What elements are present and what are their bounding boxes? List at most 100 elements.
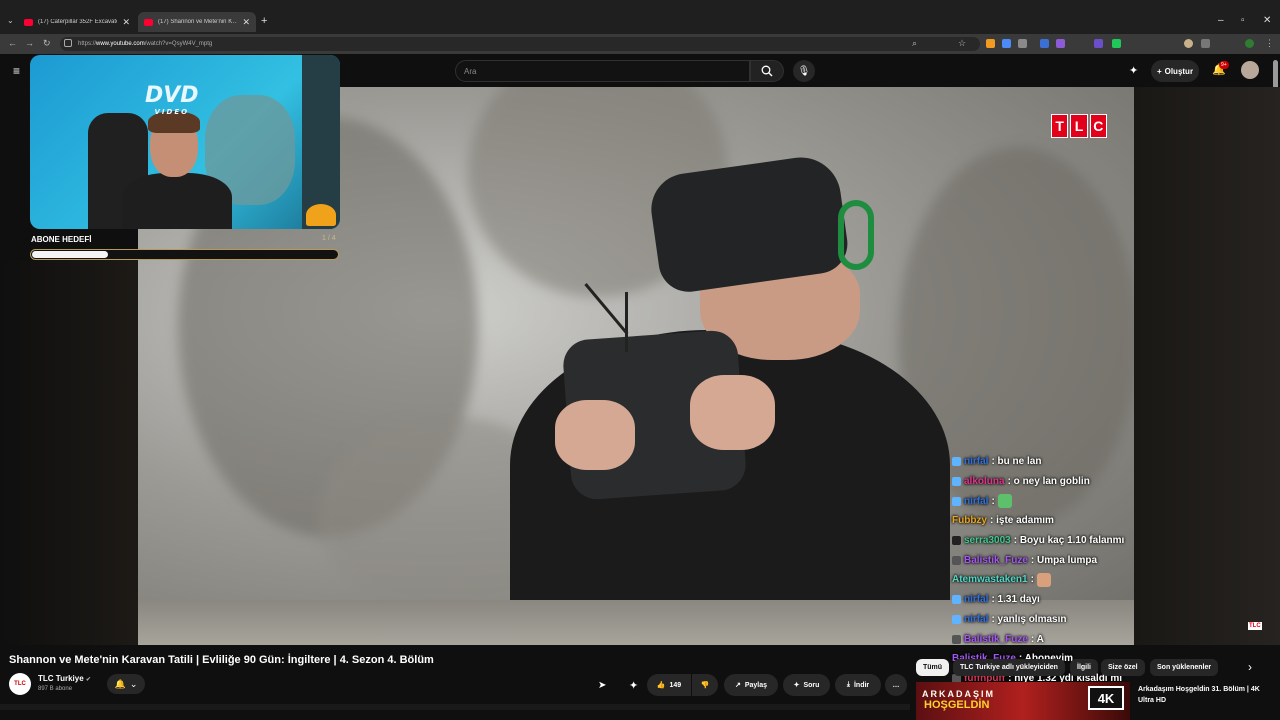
chevron-down-icon: ⌄ <box>129 678 138 689</box>
tab-title: (17) Shannon ve Mete'nin K… <box>158 19 238 25</box>
extension-icon[interactable] <box>1056 39 1065 48</box>
tab-close-icon[interactable]: ✕ <box>242 17 250 28</box>
chip-all[interactable]: Tümü <box>916 659 950 676</box>
extensions-puzzle-icon[interactable] <box>1201 39 1210 48</box>
hamburger-menu-icon[interactable]: ≡ <box>13 64 20 78</box>
video-title: Shannon ve Mete'nin Karavan Tatili | Evl… <box>9 654 434 666</box>
extension-icon[interactable] <box>1002 39 1011 48</box>
chat-text: : A <box>1030 633 1044 645</box>
minimize-icon[interactable]: – <box>1218 15 1224 26</box>
streamer-logo-icon <box>306 204 336 226</box>
create-label: Oluştur <box>1164 66 1194 76</box>
dislike-button[interactable]: 👎 <box>692 674 718 696</box>
create-button[interactable]: + Oluştur <box>1151 60 1199 82</box>
chat-username: nirfal <box>964 456 989 468</box>
chat-text: : işte adamım <box>990 515 1054 527</box>
tab-close-icon[interactable]: ✕ <box>122 17 130 28</box>
reload-icon[interactable]: ↻ <box>43 38 51 49</box>
tab-search-icon[interactable]: ⌄ <box>7 16 14 25</box>
download-icon: ⤓ <box>846 681 850 688</box>
dvd-logo: DVD VIDEO <box>145 83 199 116</box>
search-button[interactable] <box>750 60 784 82</box>
url-field[interactable]: https://www.youtube.com/watch?v=QsyW4V_m… <box>60 37 980 51</box>
streamer-webcam: DVD VIDEO <box>30 55 340 229</box>
chip-recent[interactable]: Son yüklenenler <box>1150 659 1219 676</box>
download-button[interactable]: ⤓ İndir <box>835 674 881 696</box>
youtube-favicon-icon <box>24 18 33 26</box>
extension-icon[interactable] <box>1094 39 1103 48</box>
ai-sparkle-icon[interactable]: ✦ <box>629 679 638 692</box>
ai-sparkle-icon[interactable]: ✦ <box>1129 64 1138 77</box>
forward-icon[interactable]: → <box>25 38 34 48</box>
chat-username: Atemwastaken1 <box>952 574 1028 586</box>
chat-badge-icon <box>952 595 961 605</box>
subscriber-goal-fill <box>32 251 109 258</box>
chat-emote-icon <box>1036 572 1051 587</box>
ask-button[interactable]: ✦ Soru <box>783 674 830 696</box>
chip-from-uploader[interactable]: TLC Turkiye adlı yükleyiciden <box>953 659 1065 676</box>
streamer-body <box>122 173 232 229</box>
description-box-edge <box>0 704 910 710</box>
dvd-logo-subtext: VIDEO <box>154 108 190 116</box>
share-button[interactable]: ↗ Paylaş <box>724 674 778 696</box>
channel-avatar[interactable]: TLC <box>9 673 31 695</box>
stream-chat-overlay: nirfal: bu ne lan alkoluna: o ney lan gob… <box>952 452 1142 688</box>
account-avatar[interactable] <box>1241 61 1259 79</box>
browser-tab-2[interactable]: (17) Shannon ve Mete'nin K… ✕ <box>138 12 256 32</box>
chat-username: alkoluna <box>964 476 1005 488</box>
4k-badge: 4K <box>1088 686 1124 710</box>
stream-background-left <box>0 260 138 645</box>
chat-badge-icon <box>952 536 961 546</box>
window-close-icon[interactable]: ✕ <box>1263 15 1271 26</box>
extension-icon[interactable] <box>1112 39 1121 48</box>
voice-search-button[interactable]: 🎙 <box>793 60 815 82</box>
chat-message: alkoluna: o ney lan goblin <box>952 472 1142 492</box>
dvd-logo-text: DVD <box>145 83 199 108</box>
url-host: www.youtube.com <box>96 41 145 47</box>
chat-username: Fubbzy <box>952 515 987 527</box>
chat-text: : o ney lan goblin <box>1007 476 1090 488</box>
channel-name[interactable]: TLC Turkiye ✔ <box>38 674 91 683</box>
chat-username: nirfal <box>964 495 989 507</box>
chip-for-you[interactable]: Size özel <box>1101 659 1145 676</box>
chat-text: : Umpa lumpa <box>1030 554 1098 566</box>
thumbs-down-icon: 👎 <box>700 682 710 689</box>
subscriber-goal-count: 1 / 4 <box>322 235 336 242</box>
chat-badge-icon <box>952 614 961 624</box>
chips-next-button[interactable]: › <box>1240 657 1260 677</box>
extension-icon[interactable] <box>1184 39 1193 48</box>
webcam-wall <box>302 55 340 229</box>
chip-related[interactable]: İlgili <box>1070 659 1098 676</box>
thumbnail-text: HOŞGELDİN <box>924 699 990 711</box>
browser-tab-1[interactable]: (17) Caterpillar 352F Excavator … ✕ <box>18 12 136 32</box>
extension-icon[interactable] <box>986 39 995 48</box>
site-info-icon[interactable] <box>64 39 72 47</box>
more-actions-button[interactable]: … <box>885 674 907 696</box>
new-tab-button[interactable]: + <box>261 15 267 27</box>
recommendation-thumbnail[interactable]: ARKADAŞIM HOŞGELDİN 4K <box>916 682 1130 720</box>
search-input[interactable]: Ara <box>455 60 750 82</box>
chat-text: : <box>1030 574 1034 586</box>
like-button[interactable]: 👍 149 <box>647 674 691 696</box>
thumbnail-text: ARKADAŞIM <box>922 689 995 699</box>
chat-message: Fubbzy: işte adamım <box>952 511 1142 531</box>
chat-username: nirfal <box>964 613 989 625</box>
search-icon <box>761 65 773 77</box>
tlc-logo-letter: L <box>1070 114 1088 138</box>
extension-icon[interactable] <box>1018 39 1027 48</box>
profile-avatar[interactable] <box>1245 39 1254 48</box>
youtube-favicon-icon <box>144 18 153 26</box>
maximize-icon[interactable]: ▫ <box>1241 15 1245 26</box>
chat-badge-icon <box>952 477 961 487</box>
browser-menu-icon[interactable]: ⋮ <box>1265 38 1274 49</box>
subscription-bell-button[interactable]: 🔔 ⌄ <box>107 674 145 694</box>
extension-icon[interactable] <box>1040 39 1049 48</box>
tlc-logo: T L C <box>1051 114 1107 138</box>
recommendation-title[interactable]: Arkadaşım Hoşgeldin 31. Bölüm | 4K Ultra… <box>1138 684 1273 706</box>
sparkle-icon: ✦ <box>793 682 800 689</box>
back-icon[interactable]: ← <box>8 38 17 48</box>
bookmark-star-icon[interactable]: ☆ <box>958 38 966 49</box>
share-icon: ↗ <box>734 682 741 689</box>
chat-badge-icon <box>952 555 961 565</box>
zoom-icon[interactable]: ⌕ <box>912 38 917 49</box>
